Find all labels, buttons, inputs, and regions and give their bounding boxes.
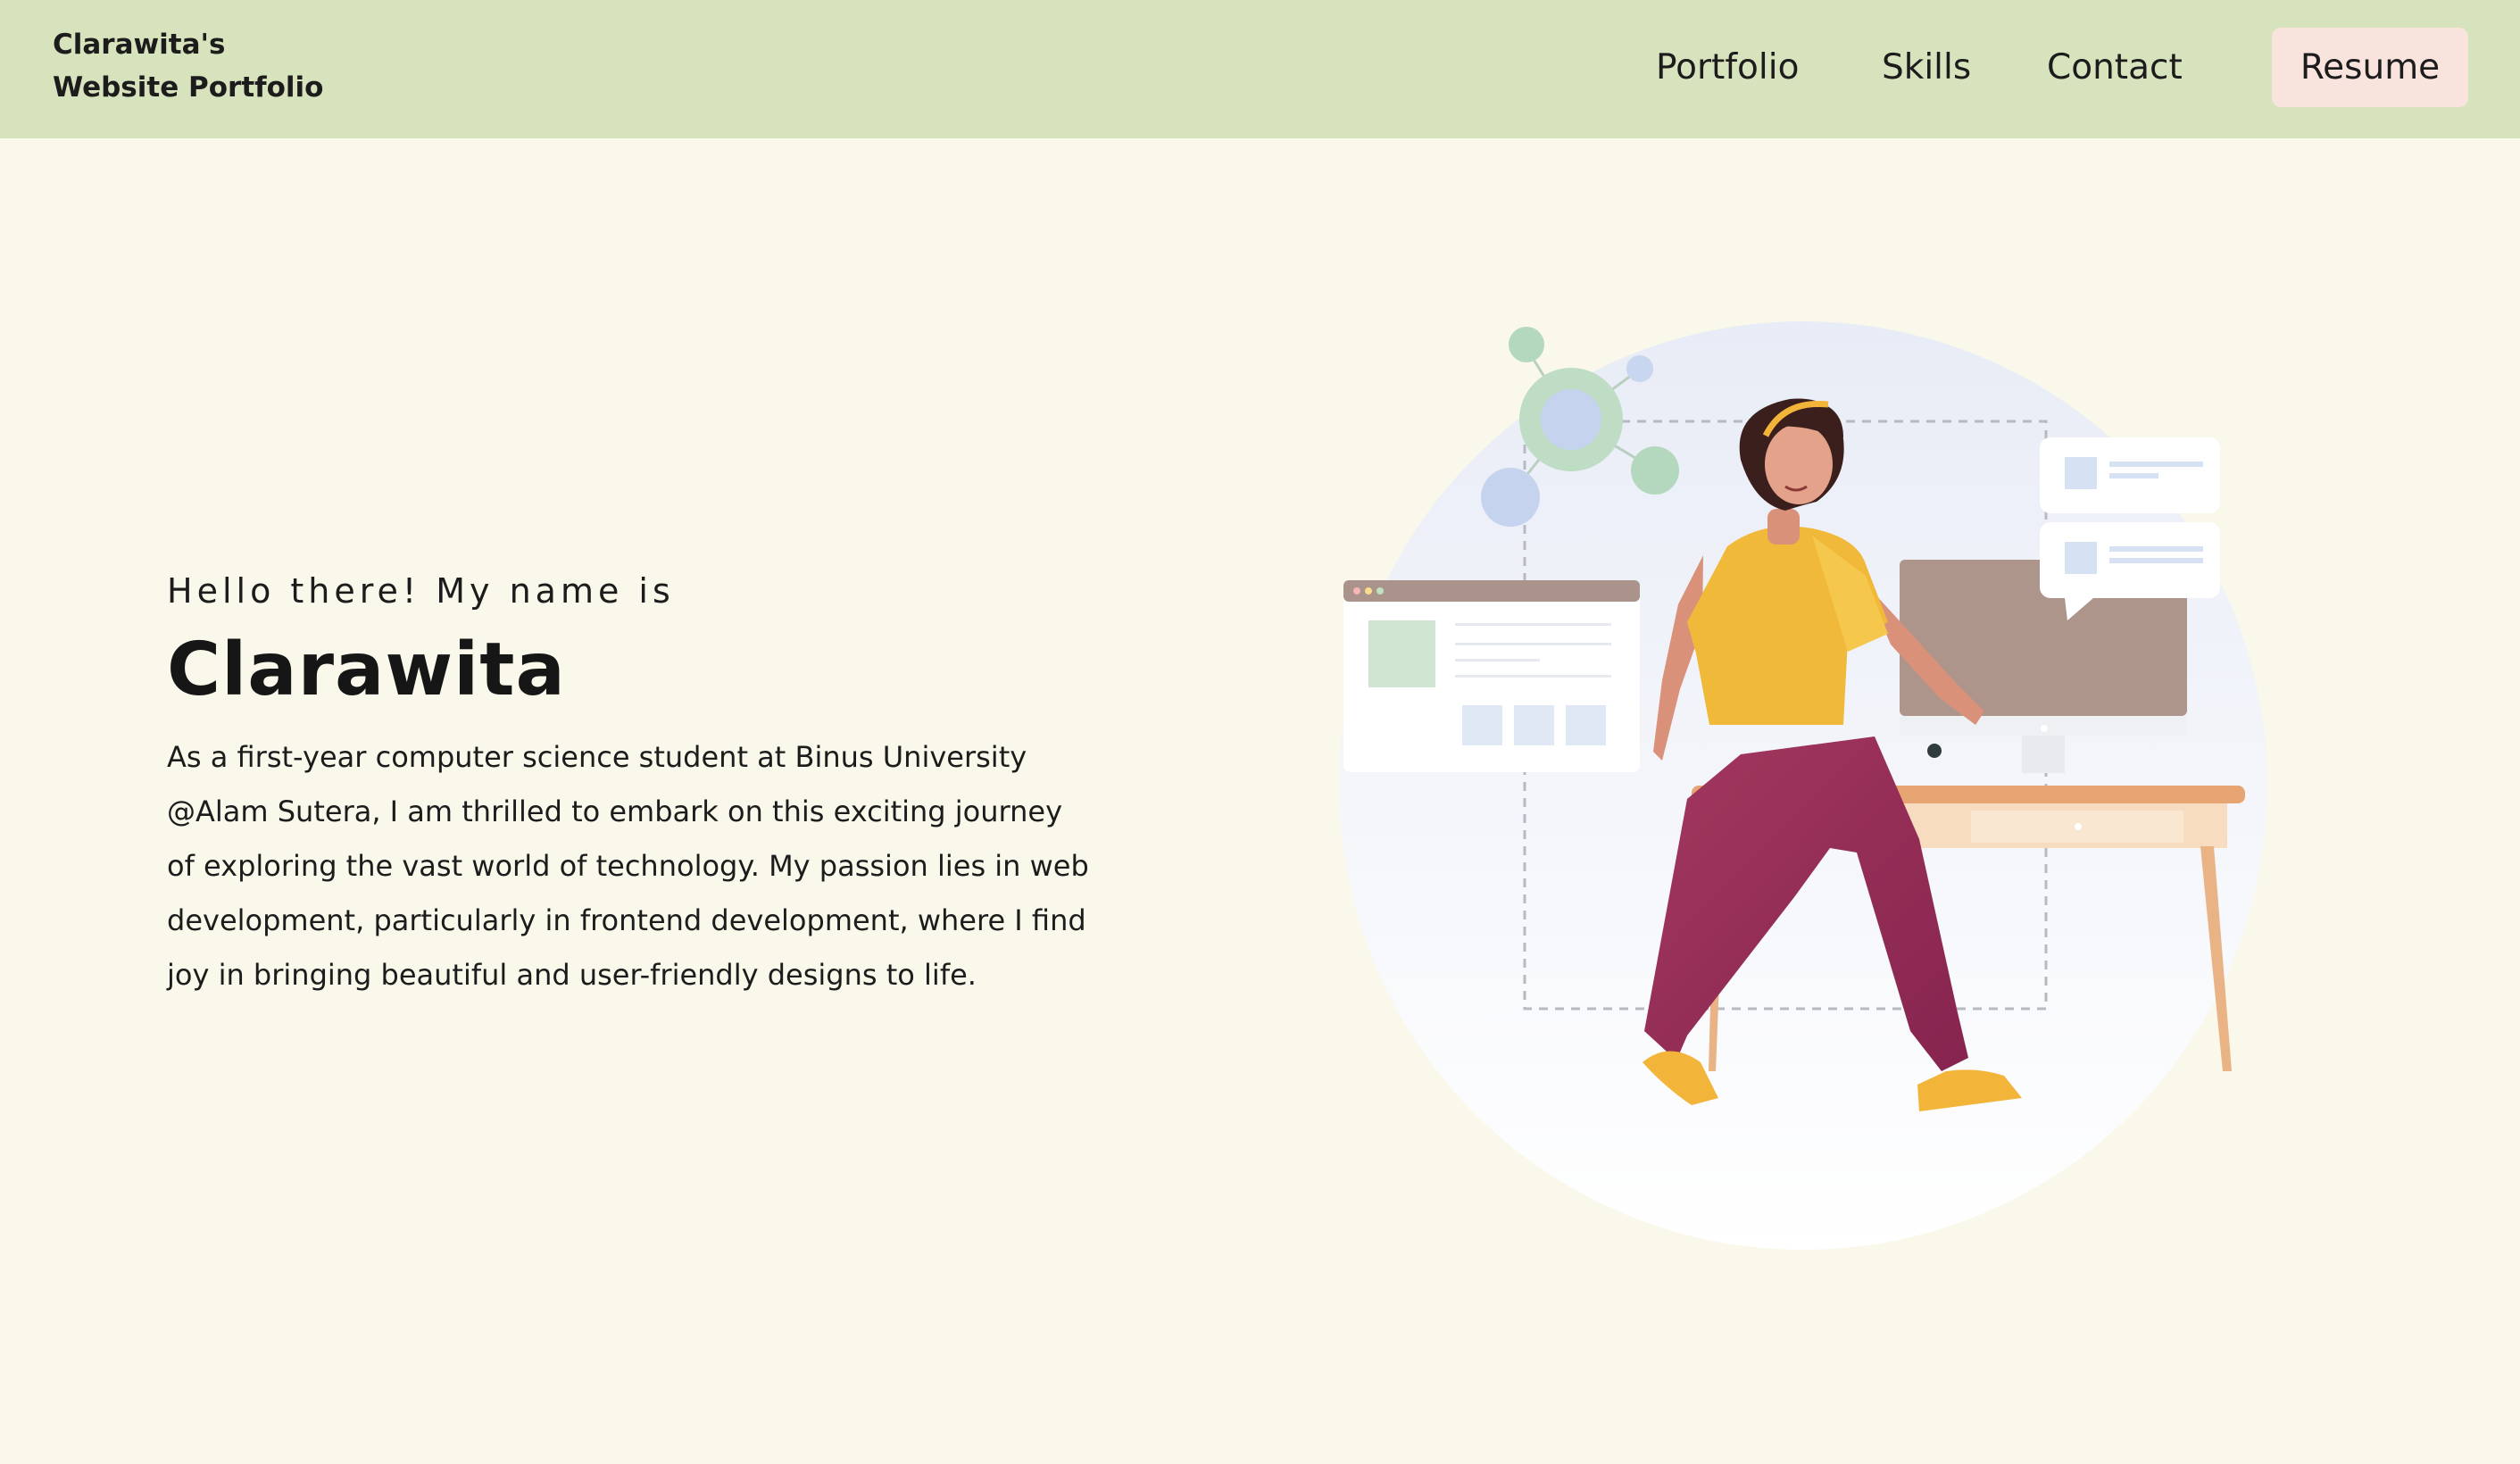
brand-line-2: Website Portfolio <box>53 71 324 104</box>
hero-greeting: Hello there! My name is <box>167 571 675 611</box>
hero-bio: As a first-year computer science student… <box>167 740 1089 992</box>
brand-line-1: Clarawita's <box>53 29 226 61</box>
hero-illustration <box>1339 321 2267 1250</box>
navbar: Clarawita's Website Portfolio Portfolio … <box>0 0 2520 138</box>
nav-link-portfolio[interactable]: Portfolio <box>1656 43 1799 93</box>
site-brand[interactable]: Clarawita's Website Portfolio <box>53 23 323 109</box>
chat-bubble-graphic <box>2040 437 2220 620</box>
nav-link-contact[interactable]: Contact <box>2047 43 2183 93</box>
browser-window-graphic <box>1343 580 1640 772</box>
hero-name: Clarawita <box>167 628 566 712</box>
nav-link-skills[interactable]: Skills <box>1882 43 1971 93</box>
resume-button[interactable]: Resume <box>2272 28 2468 107</box>
